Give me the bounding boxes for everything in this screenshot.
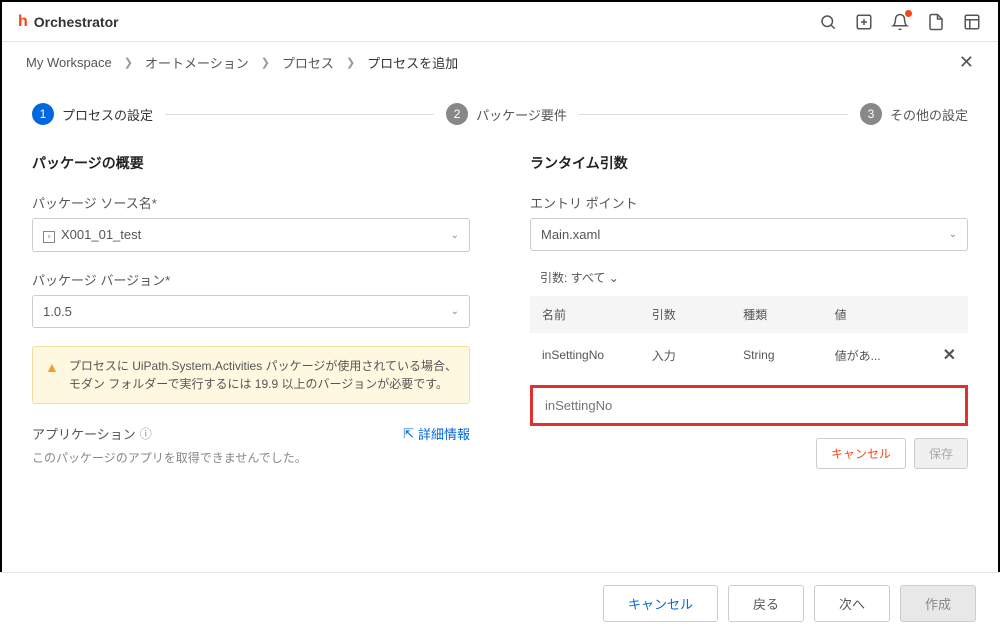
grid-icon[interactable] [962, 12, 982, 32]
chevron-right-icon: ❯ [124, 56, 133, 69]
cancel-button[interactable]: キャンセル [603, 585, 718, 622]
detail-link-text: 詳細情報 [418, 424, 470, 443]
warning-text: プロセスに UiPath.System.Activities パッケージが使用さ… [69, 357, 457, 393]
application-title: アプリケーション [32, 424, 136, 443]
entry-point-label: エントリ ポイント [530, 193, 968, 212]
link-icon: ⇱ [403, 426, 414, 442]
logo-icon: h [18, 13, 28, 31]
arg-name: inSettingNo [542, 348, 652, 362]
bell-icon[interactable] [890, 12, 910, 32]
package-version-value: 1.0.5 [43, 304, 72, 319]
inline-cancel-button[interactable]: キャンセル [816, 438, 906, 469]
arg-value: 値があ... [835, 347, 926, 364]
breadcrumb-item[interactable]: オートメーション [145, 53, 249, 72]
chevron-down-icon: ⌄ [949, 229, 957, 240]
step-label: その他の設定 [890, 105, 968, 124]
entry-point-select[interactable]: Main.xaml ⌄ [530, 218, 968, 251]
chevron-right-icon: ❯ [261, 56, 270, 69]
chevron-down-icon: ⌄ [609, 271, 619, 285]
header-name: 名前 [542, 306, 652, 323]
step-other-settings[interactable]: 3 その他の設定 [860, 103, 968, 125]
package-version-select[interactable]: 1.0.5 ⌄ [32, 295, 470, 328]
breadcrumb-item[interactable]: My Workspace [26, 55, 112, 70]
next-button[interactable]: 次へ [814, 585, 890, 622]
breadcrumb: My Workspace ❯ オートメーション ❯ プロセス ❯ プロセスを追加 [26, 53, 458, 72]
chevron-right-icon: ❯ [346, 56, 355, 69]
application-message: このパッケージのアプリを取得できませんでした。 [32, 449, 470, 466]
entry-point-value: Main.xaml [541, 227, 600, 242]
arg-type: String [743, 348, 834, 362]
arg-direction: 入力 [652, 347, 743, 364]
delete-icon[interactable]: ✕ [943, 347, 956, 364]
breadcrumb-current: プロセスを追加 [367, 53, 458, 72]
document-icon[interactable] [926, 12, 946, 32]
chevron-down-icon: ⌄ [451, 306, 459, 317]
warning-icon: ▲ [45, 357, 59, 393]
args-table-header: 名前 引数 種類 値 [530, 296, 968, 333]
create-button[interactable]: 作成 [900, 585, 976, 622]
header-val: 値 [835, 306, 926, 323]
package-source-label: パッケージ ソース名* [32, 193, 470, 212]
step-divider [165, 114, 434, 115]
close-icon[interactable]: ✕ [959, 52, 974, 73]
step-number: 1 [32, 103, 54, 125]
package-icon: ▫ [43, 231, 55, 243]
header-type: 種類 [743, 306, 834, 323]
step-number: 3 [860, 103, 882, 125]
back-button[interactable]: 戻る [728, 585, 804, 622]
app-logo[interactable]: h Orchestrator [18, 13, 119, 31]
arg-edit-highlight [530, 385, 968, 426]
info-icon[interactable]: ⓘ [140, 425, 152, 442]
search-icon[interactable] [818, 12, 838, 32]
step-divider [579, 114, 848, 115]
arg-edit-input[interactable] [535, 390, 963, 421]
step-label: プロセスの設定 [62, 105, 153, 124]
step-package-requirements[interactable]: 2 パッケージ要件 [446, 103, 567, 125]
step-process-settings[interactable]: 1 プロセスの設定 [32, 103, 153, 125]
add-icon[interactable] [854, 12, 874, 32]
breadcrumb-item[interactable]: プロセス [282, 53, 334, 72]
step-number: 2 [446, 103, 468, 125]
warning-banner: ▲ プロセスに UiPath.System.Activities パッケージが使… [32, 346, 470, 404]
inline-save-button[interactable]: 保存 [914, 438, 968, 469]
detail-link[interactable]: ⇱ 詳細情報 [403, 424, 470, 443]
package-source-select[interactable]: ▫ X001_01_test ⌄ [32, 218, 470, 252]
package-version-label: パッケージ バージョン* [32, 270, 470, 289]
args-filter[interactable]: 引数: すべて ⌄ [530, 269, 968, 286]
chevron-down-icon: ⌄ [451, 230, 459, 241]
notification-dot [905, 10, 912, 17]
step-label: パッケージ要件 [476, 105, 567, 124]
package-source-value: X001_01_test [61, 227, 141, 242]
package-overview-title: パッケージの概要 [32, 153, 470, 173]
args-table-row[interactable]: inSettingNo 入力 String 値があ... ✕ [530, 333, 968, 377]
app-title: Orchestrator [34, 14, 119, 30]
runtime-args-title: ランタイム引数 [530, 153, 968, 173]
header-arg: 引数 [652, 306, 743, 323]
